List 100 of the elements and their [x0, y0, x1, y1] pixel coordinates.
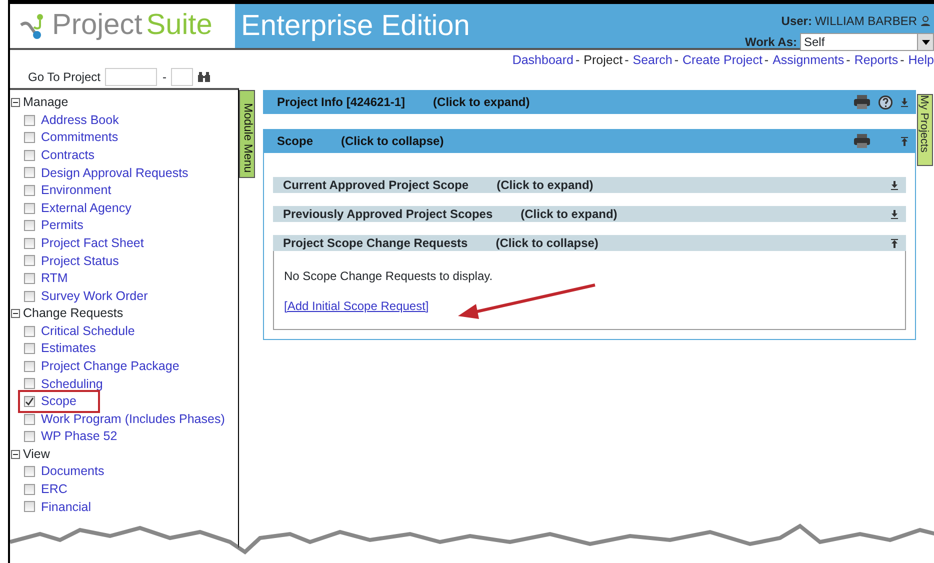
- sidebar-link[interactable]: Project Fact Sheet: [41, 234, 144, 253]
- collapse-toggle-icon[interactable]: [11, 309, 20, 318]
- sidebar-link[interactable]: Estimates: [41, 339, 96, 358]
- sidebar-link[interactable]: Design Approval Requests: [41, 164, 188, 182]
- collapse-toggle-icon[interactable]: [11, 98, 20, 108]
- checkbox[interactable]: [24, 431, 35, 442]
- edition-title: Enterprise Edition: [241, 9, 470, 44]
- add-request-link[interactable]: [Add Initial Scope Request]: [284, 299, 429, 313]
- user-name: WILLIAM BARBER: [814, 13, 917, 30]
- panel-title: Scope: [277, 133, 314, 150]
- sidebar-link[interactable]: Environment: [41, 181, 112, 200]
- nav-separator: -: [846, 53, 850, 67]
- separator-text: -: [162, 69, 166, 86]
- checkbox[interactable]: [24, 238, 35, 249]
- checkbox[interactable]: [24, 220, 35, 232]
- nav-separator: -: [624, 53, 629, 67]
- checkbox[interactable]: [24, 150, 35, 161]
- project-number-field[interactable]: [105, 68, 158, 86]
- sidebar-link[interactable]: Financial: [41, 498, 92, 516]
- expand-icon[interactable]: [901, 98, 908, 106]
- checkbox[interactable]: [24, 167, 35, 178]
- user-icon[interactable]: [920, 16, 931, 26]
- sidebar-link[interactable]: Contracts: [41, 146, 94, 165]
- checkbox[interactable]: [24, 114, 35, 126]
- checkbox[interactable]: [24, 501, 35, 512]
- project-suffix-field[interactable]: [171, 68, 194, 86]
- checkbox[interactable]: [24, 202, 35, 214]
- collapse-icon[interactable]: [901, 136, 908, 146]
- group-label: Change Requests: [23, 304, 124, 322]
- nav-link[interactable]: Reports: [854, 53, 898, 67]
- sidebar-link[interactable]: Project Change Package: [41, 356, 180, 376]
- nav-separator: -: [674, 53, 679, 67]
- sidebar-link[interactable]: Documents: [41, 462, 104, 482]
- module-menu-tab[interactable]: Module Menu: [239, 90, 255, 178]
- sidebar-link[interactable]: Address Book: [41, 110, 119, 130]
- sidebar-link[interactable]: ERC: [41, 480, 68, 499]
- checkbox[interactable]: [24, 273, 35, 284]
- sidebar-link[interactable]: Work Program (Includes Phases): [41, 410, 225, 428]
- sidebar-link[interactable]: Commitments: [41, 128, 118, 148]
- checkbox[interactable]: [24, 290, 35, 302]
- nav-link[interactable]: Project: [584, 53, 623, 67]
- section-title: Project Scope Change Requests: [283, 235, 468, 252]
- my-projects-tab[interactable]: My Projects: [917, 94, 933, 166]
- nav-link[interactable]: Search: [632, 53, 672, 67]
- sidebar-link[interactable]: RTM: [41, 269, 68, 288]
- work-as-select[interactable]: Self: [800, 33, 934, 51]
- section-header[interactable]: Previously Approved Project Scopes (Click to expand): [273, 206, 906, 222]
- nav-link[interactable]: Create Project: [682, 53, 762, 67]
- sidebar-link[interactable]: WP Phase 52: [41, 427, 118, 446]
- checkbox[interactable]: [24, 185, 35, 196]
- print-icon[interactable]: [854, 95, 870, 109]
- checkbox[interactable]: [24, 484, 35, 495]
- nav-separator: -: [575, 53, 580, 67]
- panel-header[interactable]: Scope (Click to collapse): [263, 129, 916, 153]
- section-header[interactable]: Current Approved Project Scope (Click to expand): [273, 177, 906, 193]
- checkbox[interactable]: [24, 378, 35, 390]
- section-hint: (Click to expand): [496, 177, 594, 194]
- nav-link[interactable]: Dashboard: [512, 53, 574, 67]
- nav-link[interactable]: Help: [908, 53, 934, 67]
- empty-message: No Scope Change Requests to display.: [284, 268, 494, 285]
- collapse-icon[interactable]: [891, 238, 898, 248]
- checkbox[interactable]: [24, 255, 35, 266]
- sidebar-link[interactable]: Permits: [41, 216, 84, 236]
- group-label: View: [23, 446, 50, 462]
- caret-icon: [922, 40, 930, 44]
- collapse-toggle-icon[interactable]: [11, 450, 20, 459]
- work-as-label: Work As:: [744, 34, 797, 51]
- section-title: Previously Approved Project Scopes: [283, 206, 493, 223]
- sidebar-link[interactable]: Scope: [41, 392, 76, 411]
- panel-title: Project Info [424621-1]: [277, 94, 406, 111]
- go-to-project-label: Go To Project: [28, 69, 100, 86]
- help-icon[interactable]: [878, 94, 893, 110]
- user-label: User:: [781, 13, 812, 30]
- checkbox[interactable]: [24, 396, 35, 408]
- print-icon[interactable]: [854, 134, 870, 148]
- expand-icon[interactable]: [891, 180, 898, 190]
- panel-hint: (Click to collapse): [341, 133, 444, 150]
- section-header[interactable]: Project Scope Change Requests (Click to collapse): [273, 235, 906, 251]
- checkbox[interactable]: [24, 343, 35, 354]
- sidebar-link[interactable]: Scheduling: [41, 374, 103, 394]
- checkbox[interactable]: [24, 466, 35, 478]
- section-title: Current Approved Project Scope: [283, 177, 469, 194]
- nav-link[interactable]: Assignments: [772, 53, 844, 67]
- logo-text: Project: [52, 8, 142, 44]
- panel-header[interactable]: Project Info [424621-1] (Click to expand): [263, 90, 916, 114]
- sidebar-link[interactable]: Survey Work Order: [41, 286, 148, 306]
- sidebar-link[interactable]: External Agency: [41, 198, 132, 218]
- checkbox[interactable]: [24, 360, 35, 372]
- checkbox[interactable]: [24, 326, 35, 337]
- checkbox[interactable]: [24, 132, 35, 144]
- section-hint: (Click to expand): [520, 206, 618, 223]
- expand-icon[interactable]: [891, 210, 898, 218]
- checkbox[interactable]: [24, 414, 35, 425]
- section-hint: (Click to collapse): [496, 235, 598, 252]
- logo-text: Suite: [146, 8, 212, 44]
- sidebar-link[interactable]: Project Status: [41, 252, 119, 270]
- sidebar-link[interactable]: Critical Schedule: [41, 322, 135, 341]
- panel-hint: (Click to expand): [433, 94, 530, 111]
- group-label: Manage: [23, 94, 68, 111]
- binoculars-icon[interactable]: [198, 72, 210, 82]
